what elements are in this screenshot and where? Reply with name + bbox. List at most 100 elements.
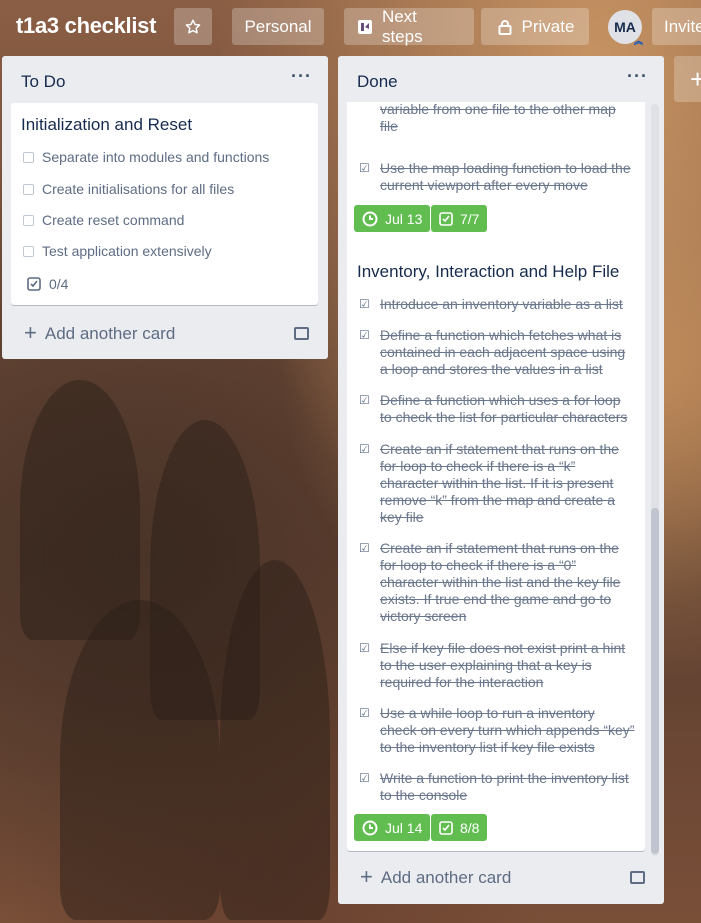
checklist-item-text: Define a function which uses a for loop …	[380, 392, 628, 425]
list-header: Done ···	[338, 56, 664, 104]
checked-icon: ☑	[359, 771, 370, 785]
plus-icon: +	[690, 63, 701, 94]
checklist-icon	[439, 211, 453, 226]
list-title[interactable]: To Do	[21, 72, 65, 92]
checked-icon: ☑	[359, 541, 370, 555]
board-header: t1a3 checklist Personal Next steps Priva…	[0, 0, 701, 54]
checklist-item[interactable]: ☑ Define a function which uses a for loo…	[359, 392, 635, 426]
next-steps-label: Next steps	[381, 6, 423, 46]
card-inventory-interaction[interactable]: Inventory, Interaction and Help File ☑ I…	[347, 249, 645, 851]
checklist-icon	[439, 820, 453, 835]
list-header: To Do ···	[2, 56, 328, 104]
list-menu-button[interactable]: ···	[627, 66, 648, 87]
checkbox-icon	[23, 184, 34, 195]
checked-icon: ☑	[359, 297, 370, 311]
clock-icon	[362, 820, 378, 835]
checklist-item-text: Separate into modules and functions	[42, 149, 270, 165]
due-date-badge[interactable]: Jul 14	[354, 814, 431, 841]
checklist-item-text: moves over switches the current map vari…	[380, 102, 616, 134]
checklist-badge: 0/4	[27, 276, 68, 292]
add-card-button[interactable]: + Add another card	[360, 864, 512, 890]
checkbox-icon	[23, 215, 34, 226]
list-done: Done ··· ☑ moves over switches the curre…	[338, 56, 664, 904]
clock-icon	[362, 211, 378, 226]
checklist-item[interactable]: ☑ Write a function to print the inventor…	[359, 770, 635, 804]
checklist-item[interactable]: ☑ moves over switches the current map va…	[359, 102, 635, 135]
next-steps-button[interactable]: Next steps	[344, 6, 474, 46]
list-scrollbar[interactable]	[651, 104, 659, 856]
background-tree	[20, 380, 140, 640]
workspace-button[interactable]: Personal	[232, 8, 324, 45]
invite-label: Invite	[664, 16, 701, 36]
checked-icon: ☑	[359, 641, 370, 655]
checklist-item[interactable]: ☑ Use the map loading function to load t…	[359, 160, 635, 194]
visibility-button[interactable]: Private	[481, 8, 589, 45]
card-template-icon[interactable]	[630, 871, 645, 884]
checklist-item[interactable]: Create reset command	[23, 212, 308, 229]
star-icon	[184, 18, 202, 36]
checklist-item[interactable]: ☑ Else if key file does not exist print …	[359, 640, 635, 691]
checked-icon: ☑	[359, 328, 370, 342]
checklist-count: 8/8	[460, 819, 480, 836]
checked-icon: ☑	[359, 393, 370, 407]
checklist-item[interactable]: ☑ Create an if statement that runs on th…	[359, 441, 635, 526]
checkbox-icon	[23, 246, 34, 257]
checklist-item[interactable]: Separate into modules and functions	[23, 149, 308, 166]
power-up-icon	[356, 18, 374, 36]
checklist-count: 7/7	[460, 210, 480, 227]
add-card-button[interactable]: + Add another card	[24, 320, 176, 346]
checklist-item-text: Create an if statement that runs on the …	[380, 540, 621, 624]
add-list-button[interactable]: +	[674, 56, 701, 102]
checklist-badge: 7/7	[431, 205, 488, 232]
checklist-item-text: Introduce an inventory variable as a lis…	[380, 296, 623, 312]
checklist-item[interactable]: Create initialisations for all files	[23, 181, 308, 198]
checklist-item-text: Define a function which fetches what is …	[380, 327, 626, 377]
card-template-icon[interactable]	[294, 327, 309, 340]
card-title: Inventory, Interaction and Help File	[357, 262, 620, 281]
list-menu-button[interactable]: ···	[291, 66, 312, 87]
checklist-count: 0/4	[49, 276, 69, 292]
checklist-item-text: Use a while loop to run a inventory chec…	[380, 705, 635, 755]
invite-button[interactable]: Invite	[652, 8, 701, 45]
add-card-label: Add another card	[380, 868, 512, 887]
list-title[interactable]: Done	[357, 72, 398, 92]
checklist-item-text: Create an if statement that runs on the …	[380, 441, 619, 525]
list-cards-scroll[interactable]: ☑ moves over switches the current map va…	[338, 102, 664, 858]
add-card-label: Add another card	[44, 324, 176, 343]
avatar[interactable]: MA ︽	[608, 10, 643, 46]
admin-chevron-icon: ︽	[633, 36, 643, 46]
due-date: Jul 14	[385, 819, 423, 836]
checklist-item[interactable]: Test application extensively	[23, 243, 308, 260]
checklist-item[interactable]: ☑ Define a function which fetches what i…	[359, 327, 635, 378]
due-date: Jul 13	[385, 210, 423, 227]
checklist-item-text: Create reset command	[42, 212, 185, 228]
checklist-item-text: Test application extensively	[42, 243, 212, 259]
scrollbar-thumb[interactable]	[651, 508, 659, 854]
checked-icon: ☑	[359, 706, 370, 720]
visibility-label: Private	[521, 16, 575, 36]
checklist-badge: 8/8	[431, 814, 488, 841]
checkbox-icon	[23, 152, 34, 163]
checklist-item-text: Else if key file does not exist print a …	[380, 640, 626, 690]
checklist-icon	[27, 277, 41, 291]
avatar-initials: MA	[614, 19, 636, 35]
board-title[interactable]: t1a3 checklist	[16, 13, 156, 39]
lock-icon	[496, 18, 514, 36]
card-initialization-reset[interactable]: Initialization and Reset Separate into m…	[11, 103, 318, 305]
checklist-item[interactable]: ☑ Introduce an inventory variable as a l…	[359, 296, 635, 313]
checklist-item-text: Write a function to print the inventory …	[380, 770, 629, 803]
workspace-label: Personal	[244, 16, 312, 36]
background-tree	[220, 560, 330, 920]
checklist-item-text: Use the map loading function to load the…	[380, 160, 631, 193]
checked-icon: ☑	[359, 161, 370, 175]
plus-icon: +	[24, 320, 37, 345]
checklist-item[interactable]: ☑ Use a while loop to run a inventory ch…	[359, 705, 635, 756]
checked-icon: ☑	[359, 442, 370, 456]
star-button[interactable]	[174, 8, 212, 45]
background-tree	[60, 600, 220, 920]
plus-icon: +	[360, 864, 373, 889]
checklist-item-text: Create initialisations for all files	[42, 181, 235, 197]
due-date-badge[interactable]: Jul 13	[354, 205, 431, 232]
list-to-do: To Do ··· Initialization and Reset Separ…	[2, 56, 328, 359]
checklist-item[interactable]: ☑ Create an if statement that runs on th…	[359, 540, 635, 625]
